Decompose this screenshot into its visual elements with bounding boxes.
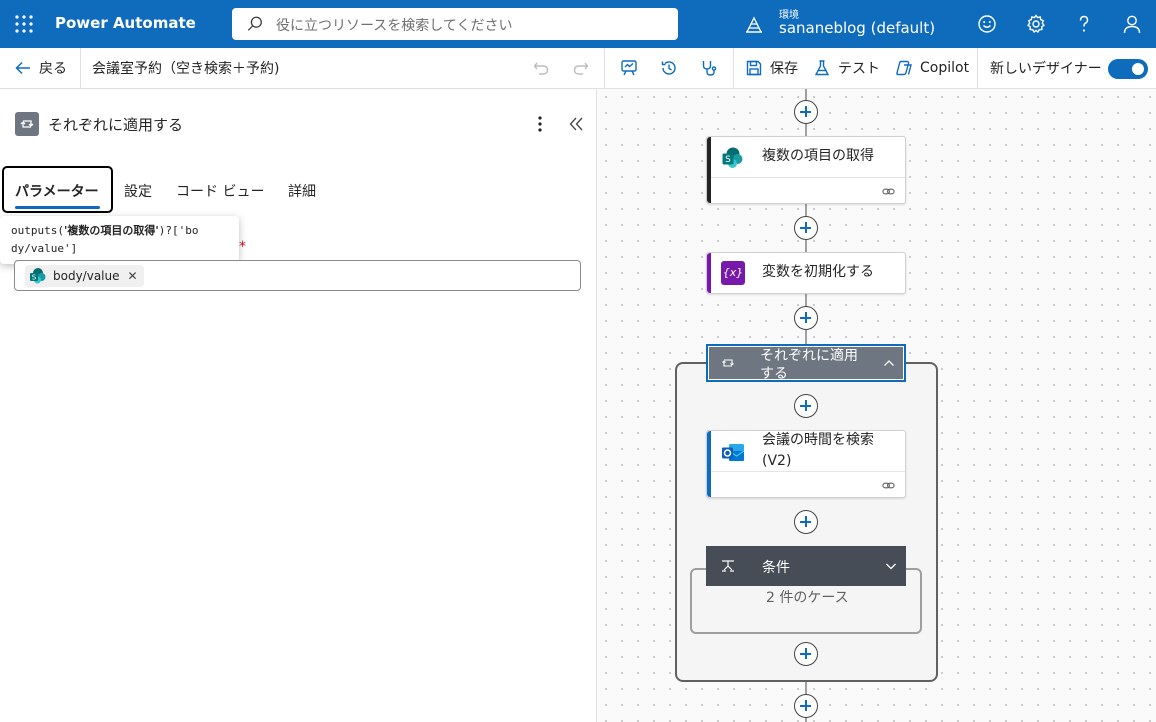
sharepoint-icon: S: [722, 147, 743, 168]
condition-cases: 2 件のケース: [766, 590, 849, 606]
action-card-get-items[interactable]: S 複数の項目の取得: [706, 136, 906, 204]
undo-icon: [533, 62, 549, 75]
card-accent: [707, 253, 711, 293]
test-button[interactable]: テスト: [813, 48, 880, 88]
dynamic-content-token[interactable]: S body/value ✕: [25, 265, 144, 287]
save-icon: [746, 60, 762, 76]
undo-button[interactable]: [532, 48, 550, 88]
loop-icon: [15, 112, 39, 136]
copilot-icon: [896, 60, 912, 76]
required-indicator: *: [239, 239, 246, 255]
add-step-button[interactable]: [794, 100, 818, 124]
add-step-button[interactable]: [794, 694, 818, 718]
flow-checker-stethoscope-button[interactable]: [700, 48, 718, 88]
environment-picker[interactable]: 環境 sananeblog (default): [744, 4, 944, 44]
active-tab-indicator: [15, 206, 100, 209]
copilot-button[interactable]: Copilot: [895, 48, 969, 88]
new-designer-label: 新しいデザイナー: [990, 61, 1102, 77]
add-step-button[interactable]: [794, 216, 818, 240]
card-footer: [711, 177, 905, 203]
token-label: body/value: [53, 269, 120, 283]
token-tooltip: outputs('複数の項目の取得')?['bo dy/value']: [0, 216, 239, 264]
card-title: 複数の項目の取得: [762, 148, 874, 164]
save-button[interactable]: 保存: [745, 48, 798, 88]
history-icon: [661, 61, 676, 75]
card-title: 変数を初期化する: [762, 264, 874, 280]
link-icon[interactable]: [882, 479, 895, 492]
stethoscope-icon: [702, 61, 717, 76]
properties-panel: それぞれに適用する パラメーター 設定 コード ビュー 詳細 outputs('…: [0, 89, 597, 722]
arrow-left-icon: [15, 61, 30, 75]
card-footer: [711, 471, 905, 497]
outlook-icon: [722, 444, 745, 461]
tooltip-prefix: outputs(: [11, 224, 64, 237]
svg-text:S: S: [725, 155, 731, 165]
flow-name[interactable]: 会議室予約（空き検索＋予約): [92, 48, 279, 88]
foreach-header[interactable]: それぞれに適用する: [706, 344, 906, 382]
tooltip-line2: dy/value']: [11, 242, 78, 255]
account-icon[interactable]: [1121, 13, 1143, 35]
link-icon[interactable]: [882, 185, 895, 198]
search-placeholder: 役に立つリソースを検索してください: [276, 18, 513, 34]
chevron-down-icon[interactable]: [884, 559, 898, 573]
settings-gear-icon[interactable]: [1025, 13, 1047, 35]
command-bar: 戻る 会議室予約（空き検索＋予約) 保存 テスト Copilot 新しいデザイナ…: [0, 48, 1156, 89]
add-step-button[interactable]: [794, 306, 818, 330]
redo-button[interactable]: [572, 48, 590, 88]
tab-details[interactable]: 詳細: [288, 181, 316, 201]
svg-text:S: S: [32, 274, 37, 282]
search-icon: [247, 16, 262, 31]
add-step-button[interactable]: [794, 394, 818, 418]
tooltip-action-name: '複数の項目の取得': [63, 224, 159, 237]
divider: [733, 48, 734, 88]
tab-settings[interactable]: 設定: [124, 181, 152, 201]
divider: [977, 48, 978, 88]
back-button[interactable]: 戻る: [14, 48, 67, 88]
new-designer-toggle[interactable]: [1108, 59, 1148, 79]
condition-icon: [722, 560, 734, 572]
tab-parameters[interactable]: パラメーター: [15, 181, 99, 201]
action-card-init-variable[interactable]: {x} 変数を初期化する: [706, 252, 906, 294]
foreach-title: それぞれに適用する: [760, 348, 858, 382]
divider: [604, 48, 605, 88]
card-title: 会議の時間を検索 (V2): [762, 432, 874, 469]
collapse-panel-icon[interactable]: [566, 113, 586, 135]
test-label: テスト: [838, 61, 880, 77]
divider: [80, 48, 81, 88]
help-icon[interactable]: [1073, 13, 1095, 35]
save-label: 保存: [770, 61, 798, 77]
copilot-label: Copilot: [920, 60, 970, 76]
environment-name: sananeblog (default): [779, 19, 936, 37]
chevron-up-icon[interactable]: [882, 356, 896, 370]
designer-canvas[interactable]: S 複数の項目の取得 {x} 変数を初期化する それぞれに適用する 会議の時間を…: [598, 89, 1156, 722]
panel-title: それぞれに適用する: [48, 116, 184, 134]
remove-token-icon[interactable]: ✕: [128, 269, 138, 283]
loop-icon: [722, 359, 734, 367]
add-step-button[interactable]: [794, 642, 818, 666]
sharepoint-icon: S: [30, 268, 46, 284]
more-options-icon[interactable]: [530, 113, 550, 135]
variable-icon: {x}: [721, 261, 745, 285]
redo-icon: [573, 62, 589, 75]
back-label: 戻る: [39, 61, 67, 77]
flow-checker-button[interactable]: [620, 48, 638, 88]
top-bar: Power Automate 役に立つリソースを検索してください 環境 sana…: [0, 0, 1156, 48]
app-launcher-icon[interactable]: [12, 12, 36, 36]
brand-name[interactable]: Power Automate: [55, 14, 196, 32]
toggle-knob: [1132, 63, 1144, 75]
version-history-button[interactable]: [660, 48, 678, 88]
tooltip-suffix: )?['bo: [158, 224, 199, 237]
condition-title: 条件: [762, 560, 790, 576]
action-card-find-meeting-times[interactable]: 会議の時間を検索 (V2): [706, 430, 906, 498]
environment-icon: [745, 16, 763, 33]
feedback-icon[interactable]: [976, 13, 998, 35]
tab-code-view[interactable]: コード ビュー: [176, 181, 264, 201]
search-box[interactable]: 役に立つリソースを検索してください: [232, 8, 678, 40]
flow-checker-icon: [621, 60, 637, 76]
condition-header[interactable]: 条件: [706, 546, 906, 586]
flask-icon: [814, 60, 830, 76]
add-step-button[interactable]: [794, 510, 818, 534]
foreach-input-field[interactable]: S body/value ✕: [14, 260, 581, 291]
